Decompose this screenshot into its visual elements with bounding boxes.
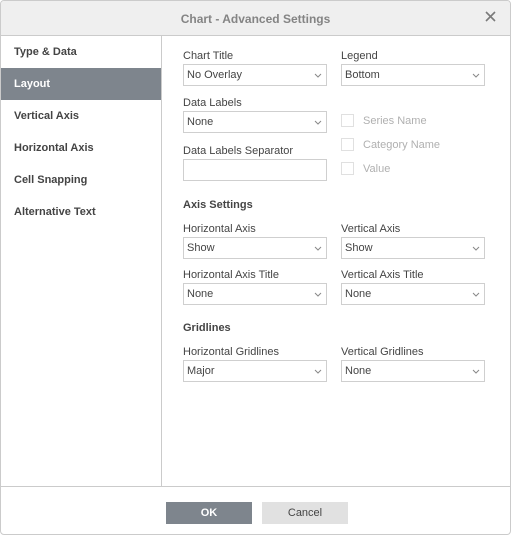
data-labels-value: None: [187, 116, 214, 128]
sidebar-item-layout[interactable]: Layout: [1, 68, 161, 100]
chevron-down-icon: [472, 73, 480, 78]
vertical-gridlines-label: Vertical Gridlines: [341, 346, 424, 358]
sidebar-item-alternative-text[interactable]: Alternative Text: [1, 196, 161, 228]
ok-button[interactable]: OK: [166, 502, 252, 524]
chart-title-label: Chart Title: [183, 50, 234, 62]
legend-value: Bottom: [345, 69, 380, 81]
chevron-down-icon: [314, 246, 322, 251]
data-labels-separator-input[interactable]: [183, 159, 327, 181]
sidebar-item-cell-snapping[interactable]: Cell Snapping: [1, 164, 161, 196]
horizontal-axis-title-label: Horizontal Axis Title: [183, 269, 279, 281]
data-labels-separator-label: Data Labels Separator: [183, 145, 294, 157]
sidebar: Type & Data Layout Vertical Axis Horizon…: [1, 36, 162, 486]
chevron-down-icon: [472, 369, 480, 374]
legend-select[interactable]: Bottom: [341, 64, 485, 86]
horizontal-gridlines-label: Horizontal Gridlines: [183, 346, 279, 358]
vertical-axis-value: Show: [345, 242, 373, 254]
sidebar-item-type-data[interactable]: Type & Data: [1, 36, 161, 68]
vertical-axis-title-label: Vertical Axis Title: [341, 269, 424, 281]
category-name-label: Category Name: [363, 139, 441, 151]
data-labels-select[interactable]: None: [183, 111, 327, 133]
series-name-checkbox[interactable]: [341, 114, 354, 127]
chart-title-value: No Overlay: [187, 69, 243, 81]
sidebar-item-vertical-axis[interactable]: Vertical Axis: [1, 100, 161, 132]
vertical-axis-select[interactable]: Show: [341, 237, 485, 259]
horizontal-axis-title-select[interactable]: None: [183, 283, 327, 305]
vertical-axis-title-select[interactable]: None: [341, 283, 485, 305]
horizontal-axis-title-value: None: [187, 288, 214, 300]
chevron-down-icon: [472, 246, 480, 251]
vertical-axis-label: Vertical Axis: [341, 223, 401, 235]
close-button[interactable]: [482, 8, 500, 26]
horizontal-axis-value: Show: [187, 242, 215, 254]
dialog-footer: OK Cancel: [1, 486, 510, 534]
gridlines-heading: Gridlines: [183, 322, 231, 334]
horizontal-axis-select[interactable]: Show: [183, 237, 327, 259]
axis-settings-heading: Axis Settings: [183, 199, 253, 211]
chevron-down-icon: [314, 73, 322, 78]
layout-panel: Chart Title No Overlay Legend Bottom Dat…: [163, 36, 510, 486]
chart-title-select[interactable]: No Overlay: [183, 64, 327, 86]
advanced-settings-dialog: Chart - Advanced Settings Type & Data La…: [0, 0, 511, 535]
chevron-down-icon: [472, 292, 480, 297]
legend-label: Legend: [341, 50, 378, 62]
value-label: Value: [363, 163, 391, 175]
close-icon: [485, 11, 496, 22]
data-labels-label: Data Labels: [183, 97, 242, 109]
dialog-header: Chart - Advanced Settings: [1, 1, 510, 36]
vertical-axis-title-value: None: [345, 288, 372, 300]
horizontal-gridlines-select[interactable]: Major: [183, 360, 327, 382]
chevron-down-icon: [314, 292, 322, 297]
category-name-checkbox[interactable]: [341, 138, 354, 151]
horizontal-axis-label: Horizontal Axis: [183, 223, 256, 235]
vertical-gridlines-select[interactable]: None: [341, 360, 485, 382]
sidebar-item-horizontal-axis[interactable]: Horizontal Axis: [1, 132, 161, 164]
dialog-title: Chart - Advanced Settings: [180, 12, 331, 26]
chevron-down-icon: [314, 369, 322, 374]
vertical-gridlines-value: None: [345, 365, 372, 377]
series-name-label: Series Name: [363, 115, 427, 127]
value-checkbox[interactable]: [341, 162, 354, 175]
horizontal-gridlines-value: Major: [187, 365, 215, 377]
cancel-button[interactable]: Cancel: [262, 502, 348, 524]
chevron-down-icon: [314, 120, 322, 125]
